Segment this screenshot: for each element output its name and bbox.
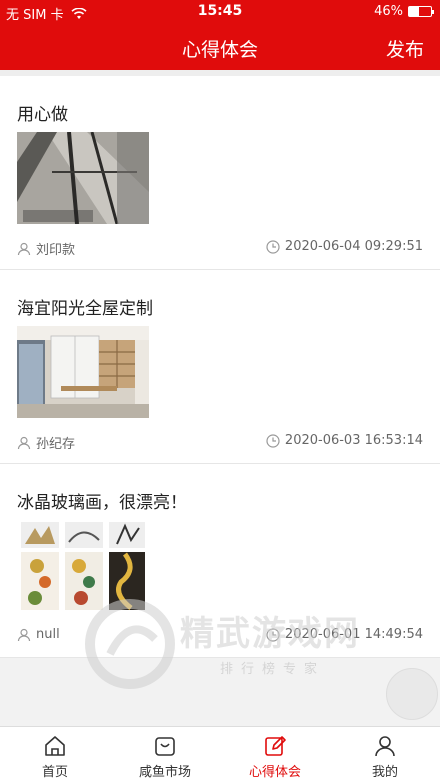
nav-bar: 心得体会 发布 [0,24,440,70]
clock-icon [266,239,280,254]
status-bar: 无 SIM 卡 15:45 46% [0,0,440,24]
user-icon [17,242,31,255]
tab-label: 我的 [371,765,398,780]
post-card[interactable]: 冰晶玻璃画，很漂亮！ null 2020-06-01 14:49:54 [0,464,440,658]
app-screen: 无 SIM 卡 15:45 46% 心得体会 发布 用心做 刘印款 2020-0… [0,0,440,782]
post-title: 用心做 [17,105,68,125]
post-image-tile-floor [17,132,149,224]
battery-icon [408,6,434,17]
user-icon [375,736,395,757]
user-icon [17,436,31,449]
post-timestamp: 2020-06-03 16:53:14 [284,433,423,448]
post-author: 刘印款 [17,239,75,258]
author-name: 刘印款 [36,243,76,258]
post-meta: 刘印款 2020-06-04 09:29:51 [17,239,423,258]
home-icon [45,736,65,756]
post-title: 冰晶玻璃画，很漂亮！ [17,493,187,513]
tab-mine[interactable]: 我的 [330,727,440,782]
bag-icon [155,737,175,756]
list-bottom-space [0,658,440,724]
post-image-glass-paintings [17,520,149,612]
post-list[interactable]: 用心做 刘印款 2020-06-04 09:29:51 海宜阳光全屋定制 孙纪存… [0,70,440,724]
tab-experience[interactable]: 心得体会 [220,727,330,782]
post-author: 孙纪存 [17,433,75,452]
tab-label: 首页 [41,765,68,780]
tab-market[interactable]: 咸鱼市场 [110,727,220,782]
floating-assistive-button[interactable] [386,668,438,720]
tab-label: 心得体会 [248,765,301,780]
post-time: 2020-06-04 09:29:51 [266,239,423,254]
post-time: 2020-06-03 16:53:14 [266,433,423,448]
post-card[interactable]: 海宜阳光全屋定制 孙纪存 2020-06-03 16:53:14 [0,270,440,464]
post-card[interactable]: 用心做 刘印款 2020-06-04 09:29:51 [0,76,440,270]
post-thumbnail[interactable] [17,520,149,612]
post-time: 2020-06-01 14:49:54 [266,627,423,642]
page-title: 心得体会 [181,39,258,61]
tab-label: 咸鱼市场 [138,765,191,780]
tab-bar: 首页 咸鱼市场 心得体会 我的 [0,726,440,782]
clock-icon [266,627,280,642]
post-title: 海宜阳光全屋定制 [17,299,153,319]
author-name: 孙纪存 [36,437,76,452]
author-name: null [36,627,60,642]
user-icon [17,628,31,641]
battery-fill [409,7,420,16]
battery-percent: 46% [374,4,403,19]
post-image-room-interior [17,326,149,418]
battery-info: 46% [374,4,434,19]
post-meta: null 2020-06-01 14:49:54 [17,627,423,645]
tab-home[interactable]: 首页 [0,727,110,782]
post-meta: 孙纪存 2020-06-03 16:53:14 [17,433,423,452]
clock-icon [266,433,280,448]
post-thumbnail[interactable] [17,132,149,224]
post-thumbnail[interactable] [17,326,149,418]
post-timestamp: 2020-06-01 14:49:54 [284,627,423,642]
post-author: null [17,627,60,642]
post-timestamp: 2020-06-04 09:29:51 [284,239,423,254]
edit-icon [265,736,286,756]
publish-button[interactable]: 发布 [386,35,424,62]
